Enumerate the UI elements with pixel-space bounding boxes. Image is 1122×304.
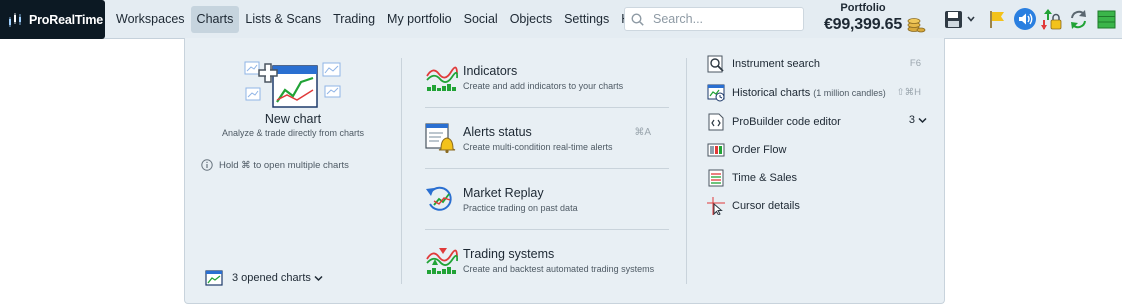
time-and-sales-label: Time & Sales [732,172,798,184]
indicators-icon [426,66,459,91]
search-input[interactable] [653,12,793,26]
column-divider [686,58,687,284]
alert-bell-icon [425,123,456,153]
portfolio-value: €99,399.65 [823,16,903,33]
historical-charts-note: (1 million candles) [813,88,886,98]
indicators-subtitle: Create and add indicators to your charts [463,81,624,91]
cursor-details-label: Cursor details [732,200,800,212]
search-icon [631,12,644,26]
feature-divider [425,168,669,169]
feature-divider [425,229,669,230]
cursor-details-item[interactable]: Cursor details [707,195,927,217]
probuilder-count-dropdown[interactable]: 3 [909,114,927,126]
menu-settings[interactable]: Settings [558,6,615,33]
trading-systems-subtitle: Create and backtest automated trading sy… [463,264,655,274]
menu-lists-scans[interactable]: Lists & Scans [239,6,327,33]
historical-charts-label: Historical charts [732,87,811,99]
chevron-down-icon [314,275,323,281]
probuilder-label: ProBuilder code editor [732,116,841,128]
opened-charts-selector[interactable]: 3 opened charts [205,270,323,286]
top-toolbar: ProRealTime Workspaces Charts Lists & Sc… [0,0,1122,39]
portfolio-summary[interactable]: Portfolio €99,399.65 [815,2,911,36]
coins-icon[interactable] [906,12,926,34]
flag-icon[interactable] [987,9,1008,30]
historical-charts-shortcut: ⇧⌘H [896,87,921,98]
probuilder-code-editor-item[interactable]: ProBuilder code editor 3 [707,111,927,133]
instrument-search-icon [707,55,724,73]
market-replay-subtitle: Practice trading on past data [463,203,578,213]
portfolio-label: Portfolio [840,2,886,14]
alerts-status-subtitle: Create multi-condition real-time alerts [463,142,613,152]
order-flow-label: Order Flow [732,144,787,156]
app-name: ProRealTime [29,12,103,27]
alerts-status-item[interactable]: Alerts status Create multi-condition rea… [425,117,669,173]
column-divider [401,58,402,284]
trading-systems-item[interactable]: Trading systems Create and backtest auto… [425,239,669,295]
instrument-search-label: Instrument search [732,58,821,70]
alerts-status-title: Alerts status [463,125,532,139]
trading-systems-title: Trading systems [463,247,555,261]
menu-charts[interactable]: Charts [190,6,240,33]
new-chart-title[interactable]: New chart [215,112,371,126]
alerts-shortcut: ⌘A [634,127,651,138]
search-box[interactable] [624,7,804,31]
charts-dropdown-menu: New chart Analyze & trade directly from … [184,38,945,304]
menu-workspaces[interactable]: Workspaces [110,6,191,33]
multi-chart-hint-text: Hold ⌘ to open multiple charts [219,159,349,171]
opened-charts-label: 3 opened charts [232,272,311,284]
instrument-search-shortcut: F6 [909,58,921,69]
layout-icon[interactable] [1096,9,1117,30]
menu-my-portfolio[interactable]: My portfolio [381,6,458,33]
save-icon[interactable] [943,9,964,30]
main-menu: Workspaces Charts Lists & Scans Trading … [110,6,674,33]
sound-icon[interactable] [1013,7,1037,31]
historical-charts-item[interactable]: Historical charts (1 million candles) ⇧⌘… [707,82,927,104]
order-flow-item[interactable]: Order Flow [707,139,927,161]
indicators-item[interactable]: Indicators Create and add indicators to … [425,56,669,112]
chevron-down-icon [918,117,927,123]
time-and-sales-icon [708,169,724,187]
new-chart-subtitle: Analyze & trade directly from charts [221,128,365,138]
app-logo[interactable]: ProRealTime [0,0,105,39]
new-chart-icon[interactable] [243,60,343,110]
instrument-search-item[interactable]: Instrument search F6 [707,53,927,75]
code-editor-icon [708,113,724,131]
alert-lock-icon[interactable] [1041,9,1062,30]
chevron-down-icon[interactable] [966,14,976,24]
refresh-icon[interactable] [1068,9,1089,30]
probuilder-count: 3 [908,114,915,126]
menu-objects[interactable]: Objects [504,6,558,33]
historical-charts-icon [707,84,725,102]
menu-trading[interactable]: Trading [327,6,381,33]
order-flow-icon [707,143,725,157]
market-replay-item[interactable]: Market Replay Practice trading on past d… [425,178,669,234]
cursor-details-icon [707,197,725,215]
indicators-title: Indicators [463,64,518,78]
chart-window-icon [205,270,223,286]
logo-candles-icon [9,13,21,27]
market-replay-icon [426,186,452,211]
menu-social[interactable]: Social [458,6,504,33]
multi-chart-hint: Hold ⌘ to open multiple charts [201,159,349,171]
feature-divider [425,107,669,108]
market-replay-title: Market Replay [463,186,544,200]
time-and-sales-item[interactable]: Time & Sales [707,167,927,189]
info-icon [201,159,213,171]
trading-systems-icon [426,248,459,274]
